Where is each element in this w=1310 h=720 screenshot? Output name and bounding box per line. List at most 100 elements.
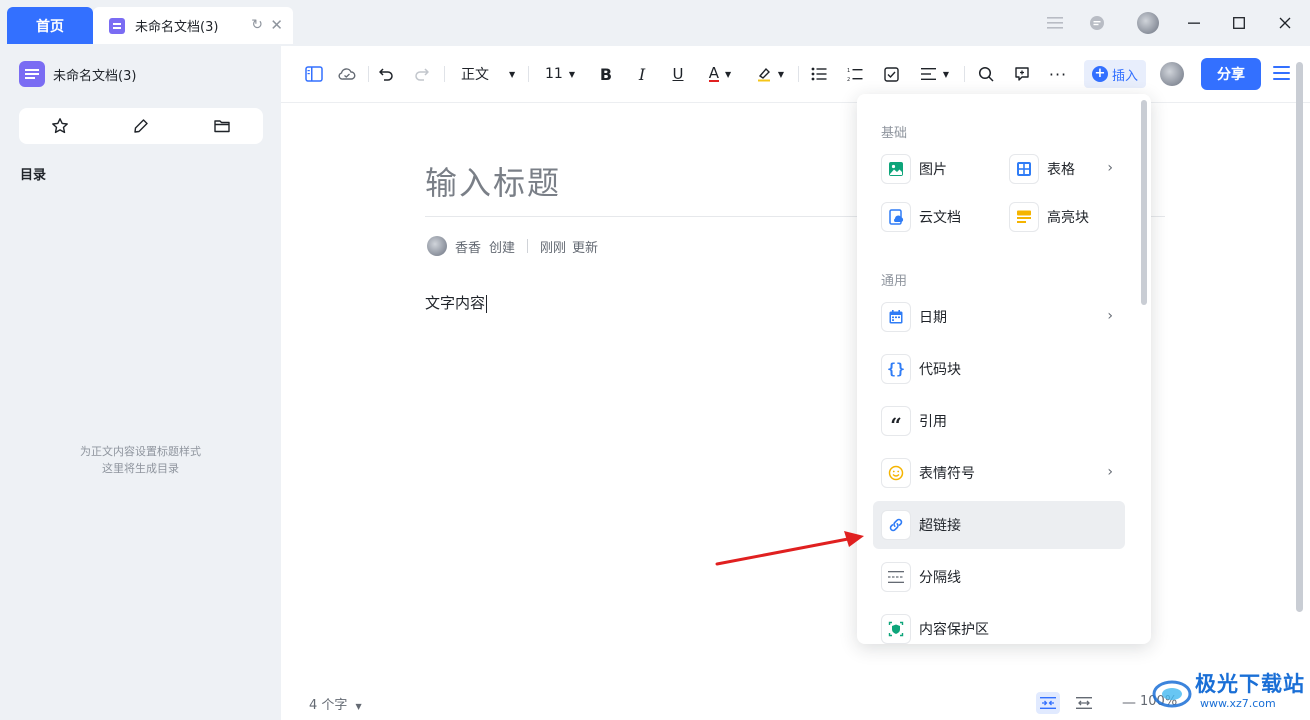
user-avatar[interactable]: [1137, 10, 1159, 36]
body-text: 文字内容: [425, 294, 486, 312]
sidebar-doc-title[interactable]: 未命名文档(3): [19, 61, 136, 87]
menu-item-hyperlink[interactable]: 超链接: [873, 501, 1125, 549]
menu-item-table[interactable]: 表格 ›: [1001, 145, 1125, 193]
page-scrollbar[interactable]: [1296, 62, 1303, 612]
link-icon: [881, 510, 911, 540]
collaborator-avatar[interactable]: [1160, 62, 1184, 86]
font-size-select[interactable]: 11 ▼: [545, 62, 583, 86]
tab-document[interactable]: 未命名文档(3) ↻ ✕: [93, 7, 293, 44]
insert-button-label: 插入: [1111, 68, 1138, 84]
sidebar-doc-title-label: 未命名文档(3): [53, 68, 137, 84]
code-block-icon: {}: [881, 354, 911, 384]
chevron-right-icon: ›: [1107, 308, 1113, 324]
search-icon[interactable]: [975, 62, 997, 86]
menu-item-cloud-doc[interactable]: 云文档: [873, 193, 997, 241]
text-style-select[interactable]: 正文 ▼: [461, 62, 521, 86]
emoji-icon: [881, 458, 911, 488]
toc-empty-line2: 这里将生成目录: [102, 462, 179, 475]
image-icon: [881, 154, 911, 184]
updated-label: 更新: [572, 240, 599, 256]
shield-icon: [881, 614, 911, 644]
align-icon[interactable]: ▼: [917, 62, 953, 86]
highlight-block-icon: [1009, 202, 1039, 232]
chevron-down-icon: ▼: [568, 69, 575, 79]
comment-icon[interactable]: [1011, 62, 1033, 86]
font-size-value: 11: [545, 66, 563, 82]
author-name: 香香: [455, 240, 482, 256]
menu-item-label: 引用: [919, 414, 947, 430]
menu-item-label: 代码块: [919, 362, 961, 378]
watermark-url: www.xz7.com: [1200, 697, 1276, 710]
updated-time: 刚刚: [540, 240, 567, 256]
list-icon[interactable]: [1044, 10, 1066, 36]
checkbox-icon[interactable]: [880, 62, 902, 86]
cloud-doc-icon: [881, 202, 911, 232]
menu-item-label: 分隔线: [919, 570, 961, 586]
section-basic: 基础: [881, 126, 908, 141]
chevron-down-icon: ▼: [942, 69, 950, 79]
table-icon: [1009, 154, 1039, 184]
menu-item-quote[interactable]: “ 引用: [873, 397, 1125, 445]
star-icon[interactable]: [45, 111, 75, 141]
menu-item-label: 超链接: [919, 518, 961, 534]
watermark-text: 极光下载站: [1195, 672, 1305, 696]
undo-icon[interactable]: [375, 62, 397, 86]
cloud-sync-icon[interactable]: [336, 62, 358, 86]
highlight-color-icon[interactable]: ▼: [753, 62, 787, 86]
chat-icon[interactable]: [1086, 10, 1108, 36]
menu-item-highlight-block[interactable]: 高亮块: [1001, 193, 1125, 241]
sidebar-toggle-icon[interactable]: [303, 62, 325, 86]
bold-icon[interactable]: B: [595, 62, 617, 86]
close-window-icon[interactable]: [1274, 10, 1296, 36]
numbered-list-icon[interactable]: 12: [844, 62, 866, 86]
chevron-right-icon: ›: [1107, 464, 1113, 480]
tab-home[interactable]: 首页: [7, 7, 93, 44]
menu-item-label: 表格: [1047, 162, 1075, 178]
zoom-out-icon[interactable]: —: [1117, 692, 1141, 714]
italic-icon[interactable]: I: [631, 62, 653, 86]
share-button[interactable]: 分享: [1201, 58, 1261, 90]
close-tab-icon[interactable]: ✕: [270, 16, 283, 34]
svg-text:1: 1: [847, 68, 850, 74]
font-color-icon[interactable]: A ▼: [703, 62, 737, 86]
menu-icon[interactable]: [1273, 64, 1291, 82]
document-icon: [19, 61, 45, 87]
menu-item-label: 内容保护区: [919, 622, 989, 638]
refresh-icon[interactable]: ↻: [251, 17, 263, 33]
menu-item-code-block[interactable]: {} 代码块: [873, 345, 1125, 393]
tag-icon[interactable]: [126, 111, 156, 141]
menu-item-protected-area[interactable]: 内容保护区: [873, 605, 1125, 644]
document-title-input[interactable]: 输入标题: [425, 158, 561, 204]
maximize-icon[interactable]: [1228, 10, 1250, 36]
menu-item-image[interactable]: 图片: [873, 145, 997, 193]
compact-width-icon[interactable]: [1036, 692, 1060, 714]
bullet-list-icon[interactable]: [808, 62, 830, 86]
menu-item-emoji[interactable]: 表情符号 ›: [873, 449, 1125, 497]
menu-item-divider[interactable]: 分隔线: [873, 553, 1125, 601]
sidebar-toolbar: [19, 108, 263, 144]
title-bar: 首页 未命名文档(3) ↻ ✕: [0, 0, 1310, 46]
menu-item-label: 云文档: [919, 210, 961, 226]
toc-heading: 目录: [20, 168, 47, 183]
menu-item-label: 高亮块: [1047, 210, 1089, 226]
section-common: 通用: [881, 274, 908, 289]
text-cursor: [486, 294, 488, 313]
insert-button[interactable]: + 插入: [1084, 60, 1146, 88]
document-icon: [109, 17, 125, 34]
minimize-icon[interactable]: [1183, 10, 1205, 36]
tab-document-label: 未命名文档(3): [135, 20, 219, 35]
full-width-icon[interactable]: [1072, 692, 1096, 714]
word-count-value: 4 个字: [309, 698, 348, 713]
word-count[interactable]: 4 个字 ▼: [309, 694, 362, 713]
redo-icon[interactable]: [411, 62, 433, 86]
annotation-arrow: [715, 531, 864, 566]
chevron-down-icon: ▼: [725, 69, 732, 79]
underline-icon[interactable]: U: [667, 62, 689, 86]
format-toolbar: 正文 ▼ 11 ▼ B I U A ▼ ▼ 12 ▼ ··· + 插入 分享: [281, 46, 1310, 103]
folder-icon[interactable]: [207, 111, 237, 141]
menu-scrollbar[interactable]: [1141, 100, 1147, 305]
menu-item-label: 图片: [919, 162, 947, 178]
more-icon[interactable]: ···: [1047, 62, 1069, 86]
document-body[interactable]: 文字内容: [425, 292, 488, 313]
menu-item-date[interactable]: 日期 ›: [873, 293, 1125, 341]
